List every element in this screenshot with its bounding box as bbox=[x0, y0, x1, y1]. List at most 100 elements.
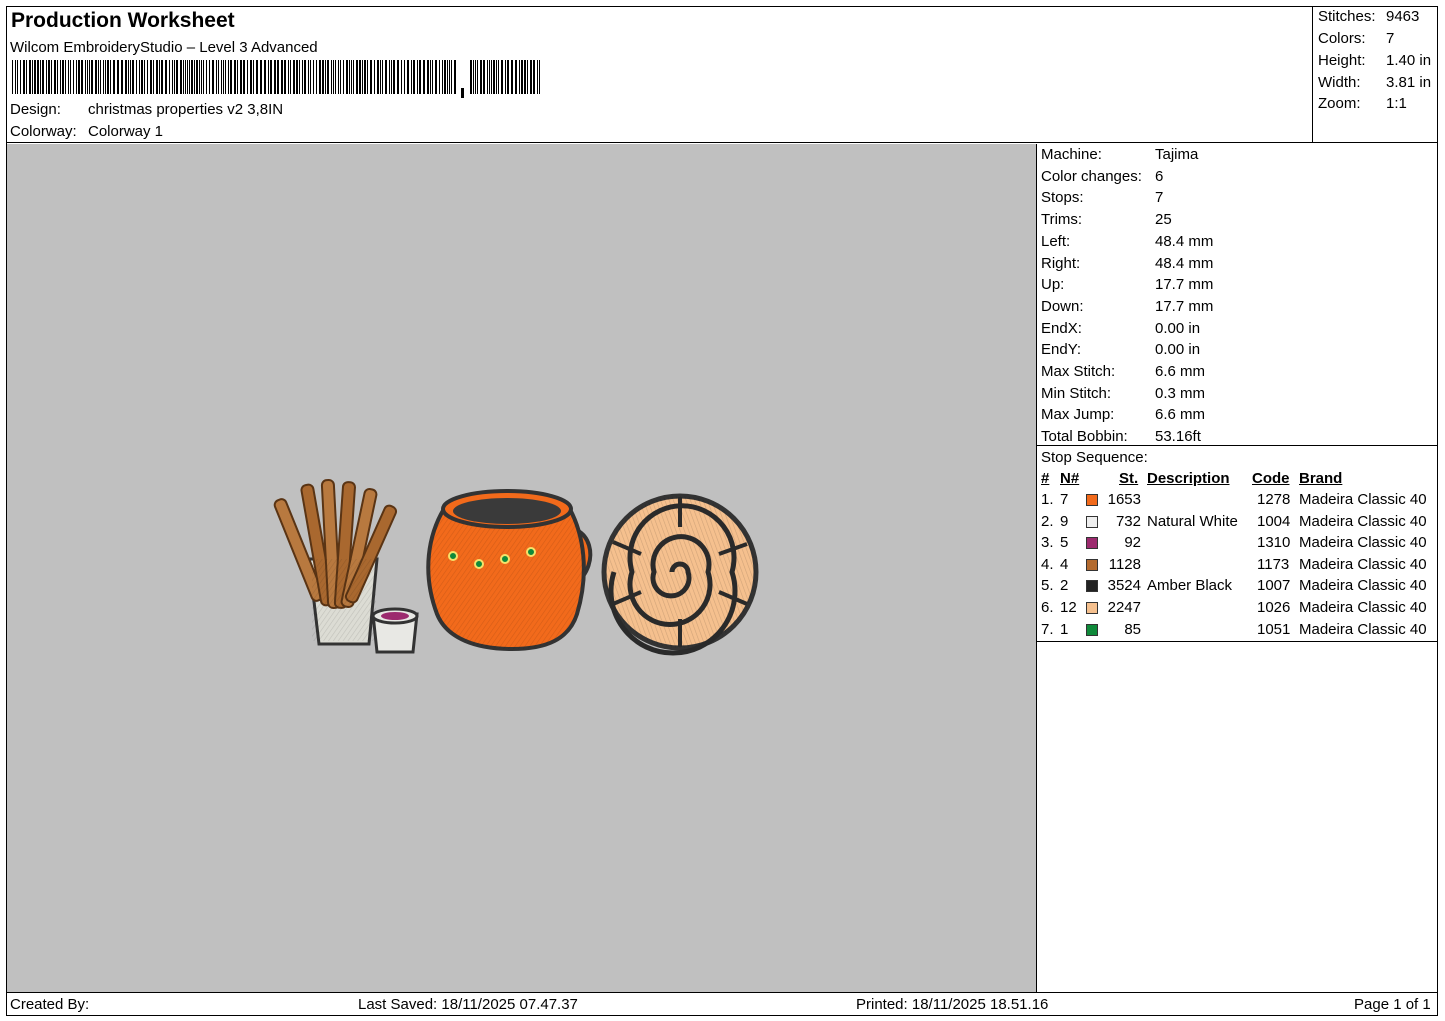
barcode-bar bbox=[264, 60, 266, 94]
barcode-bar bbox=[221, 60, 222, 94]
barcode-bar bbox=[105, 60, 106, 94]
barcode-bar bbox=[70, 60, 71, 94]
barcode-bar bbox=[397, 60, 399, 94]
stop-number: 5. bbox=[1041, 577, 1054, 595]
barcode-bar bbox=[498, 60, 499, 94]
barcode-bar bbox=[268, 60, 269, 94]
thread-description: Amber Black bbox=[1147, 577, 1233, 595]
stitches-row: Stitches: 9463 bbox=[1318, 8, 1419, 25]
info-label: Max Jump: bbox=[1041, 406, 1115, 424]
barcode-bar bbox=[153, 60, 154, 94]
height-value: 1.40 in bbox=[1386, 52, 1432, 69]
info-row: Left: 48.4 mm bbox=[1041, 233, 1213, 250]
stop-sequence-panel: Stop Sequence: # N# St. Description Code… bbox=[1037, 446, 1438, 642]
info-row: Trims: 25 bbox=[1041, 211, 1172, 228]
barcode-bar bbox=[491, 60, 492, 94]
barcode-bar bbox=[316, 60, 317, 94]
barcode-bar bbox=[288, 60, 289, 94]
barcode-bar bbox=[139, 60, 140, 94]
thread-brand: Madeira Classic 40 bbox=[1299, 577, 1427, 595]
height-row: Height: 1.40 in bbox=[1318, 52, 1431, 69]
stitch-count: 92 bbox=[1124, 534, 1141, 552]
info-value: 0.00 in bbox=[1155, 341, 1201, 359]
info-row: Down: 17.7 mm bbox=[1041, 298, 1213, 315]
barcode-bar bbox=[29, 60, 31, 94]
barcode-bar bbox=[367, 60, 368, 94]
barcode-bar bbox=[121, 60, 123, 94]
info-value: 25 bbox=[1155, 211, 1172, 229]
barcode-bar bbox=[377, 60, 379, 94]
barcode-bar bbox=[176, 60, 178, 94]
barcode-bar bbox=[496, 60, 497, 94]
stitch-count: 3524 bbox=[1107, 577, 1141, 595]
needle-number: 9 bbox=[1060, 512, 1069, 530]
barcode-bar bbox=[489, 60, 490, 94]
barcode-bar bbox=[419, 60, 421, 94]
barcode-bar bbox=[401, 60, 402, 94]
barcode-bar bbox=[46, 60, 47, 94]
barcode-bar bbox=[189, 60, 190, 94]
barcode-bar bbox=[351, 60, 352, 94]
barcode-bar bbox=[253, 60, 254, 94]
embroidery-preview-image bbox=[273, 479, 759, 656]
barcode-bar bbox=[374, 60, 375, 94]
barcode-bar bbox=[473, 60, 474, 94]
design-summary: Stitches: 9463 Colors: 7 Height: 1.40 in Wi… bbox=[1313, 6, 1438, 143]
info-value: 17.7 mm bbox=[1155, 297, 1214, 315]
barcode-bar bbox=[144, 60, 145, 94]
barcode-bar bbox=[493, 60, 495, 94]
barcode bbox=[12, 60, 540, 98]
info-label: Max Stitch: bbox=[1041, 363, 1116, 380]
barcode-bar bbox=[117, 60, 119, 94]
barcode-bar bbox=[48, 60, 50, 94]
barcode-bar bbox=[533, 60, 535, 94]
thread-brand: Madeira Classic 40 bbox=[1299, 512, 1427, 530]
barcode-bar bbox=[191, 60, 193, 94]
barcode-bar bbox=[172, 60, 173, 94]
barcode-bar bbox=[470, 60, 472, 94]
info-row: Machine: Tajima bbox=[1041, 146, 1198, 163]
thread-brand: Madeira Classic 40 bbox=[1299, 491, 1427, 508]
barcode-bar bbox=[362, 60, 363, 94]
barcode-bar bbox=[519, 60, 520, 94]
info-row: EndY: 0.00 in bbox=[1041, 341, 1200, 358]
page-number: Page 1 of 1 bbox=[1354, 996, 1431, 1013]
info-label: Color changes: bbox=[1041, 167, 1142, 185]
barcode-bar bbox=[206, 60, 207, 94]
design-label: Design: bbox=[10, 101, 61, 118]
col-header-code: Code bbox=[1252, 470, 1290, 487]
barcode-bar bbox=[404, 60, 405, 94]
clay-mug-motif bbox=[426, 489, 593, 652]
barcode-bar bbox=[302, 60, 303, 94]
barcode-bar bbox=[501, 60, 503, 94]
barcode-bar bbox=[218, 60, 219, 94]
barcode-bar bbox=[444, 60, 446, 94]
barcode-bar bbox=[319, 60, 321, 94]
barcode-bar bbox=[454, 60, 456, 94]
barcode-bar bbox=[359, 60, 361, 94]
last-saved: Last Saved: 18/11/2025 07.47.37 bbox=[358, 996, 578, 1013]
col-header-brand: Brand bbox=[1299, 470, 1343, 487]
barcode-bar bbox=[57, 60, 58, 94]
thread-color-swatch bbox=[1086, 580, 1098, 593]
info-label: Left: bbox=[1041, 232, 1071, 250]
barcode-bar bbox=[417, 60, 418, 94]
colors-value: 7 bbox=[1386, 30, 1395, 47]
barcode-bar bbox=[42, 60, 44, 94]
barcode-bar bbox=[62, 60, 64, 94]
width-label: Width: bbox=[1318, 74, 1361, 91]
barcode-bar bbox=[230, 60, 232, 94]
barcode-bar bbox=[451, 60, 452, 94]
info-value: 7 bbox=[1155, 189, 1164, 207]
barcode-bar bbox=[130, 60, 131, 94]
barcode-bar bbox=[150, 60, 152, 94]
barcode-bar bbox=[147, 60, 148, 94]
info-value: 0.00 in bbox=[1155, 319, 1201, 337]
stop-number: 1. bbox=[1041, 491, 1054, 508]
barcode-bar bbox=[423, 60, 425, 94]
barcode-bar bbox=[299, 60, 300, 94]
barcode-bar bbox=[442, 60, 443, 94]
barcode-bar bbox=[393, 60, 395, 94]
barcode-bar bbox=[515, 60, 517, 94]
zoom-value: 1:1 bbox=[1386, 95, 1407, 112]
